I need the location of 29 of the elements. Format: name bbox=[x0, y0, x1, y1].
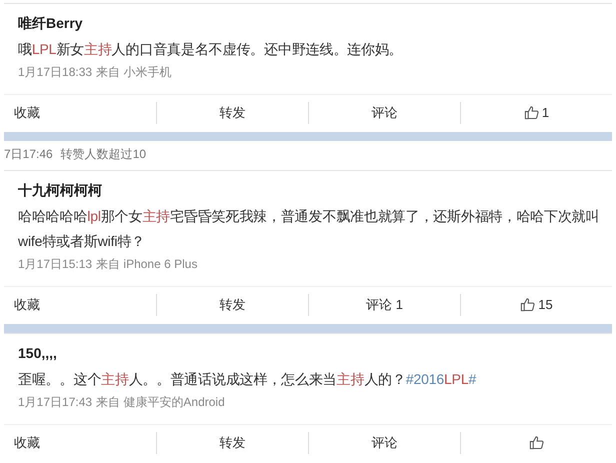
comment-button[interactable]: 评论 bbox=[308, 432, 460, 454]
post-text: 歪喔。。这个主持人。。普通话说成这样，怎么来当主持人的？#2016LPL# bbox=[18, 370, 478, 389]
repost-note: 转赞人数超过10 bbox=[60, 146, 146, 163]
repost-button[interactable]: 转发 bbox=[156, 432, 308, 454]
repost-button[interactable]: 转发 bbox=[156, 294, 308, 316]
strip-time: 7日17:46 bbox=[4, 146, 53, 163]
user-name[interactable]: 十九柯柯柯柯 bbox=[18, 180, 612, 200]
like-button[interactable]: 1 bbox=[460, 102, 612, 124]
post-time: 1月17日18:33 bbox=[18, 64, 92, 81]
user-name[interactable]: 150,,,, bbox=[18, 343, 612, 363]
comment-button[interactable]: 评论 1 bbox=[308, 294, 460, 316]
post-text: 哈哈哈哈哈lpl那个女主持宅昏昏笑死我辣，普通发不飘准也就算了，还斯外福特，哈哈下次就叫wife特或者斯wifi特？ bbox=[18, 207, 600, 251]
post-source: 来自 iPhone 6 Plus bbox=[96, 256, 198, 273]
post-text: 哦LPL新女主持人的口音真是名不虚传。还中野连线。连你妈。 bbox=[18, 40, 404, 59]
thumbs-up-icon bbox=[524, 105, 539, 120]
favorite-button[interactable]: 收藏 bbox=[4, 432, 156, 454]
post-time: 1月17日15:13 bbox=[18, 256, 92, 273]
post-time: 1月17日17:43 bbox=[18, 394, 92, 411]
post-source: 来自 小米手机 bbox=[96, 64, 172, 81]
favorite-button[interactable]: 收藏 bbox=[4, 294, 156, 316]
thumbs-up-icon bbox=[520, 297, 536, 312]
post-source: 来自 健康平安的Android bbox=[96, 394, 225, 411]
comment-button[interactable]: 评论 bbox=[308, 102, 460, 124]
topic-link[interactable]: #2016LPL# bbox=[406, 371, 476, 387]
favorite-button[interactable]: 收藏 bbox=[4, 102, 156, 124]
user-name[interactable]: 唯纤Berry bbox=[18, 13, 612, 33]
thumbs-up-icon bbox=[529, 435, 544, 450]
repost-button[interactable]: 转发 bbox=[156, 102, 308, 124]
like-button[interactable]: 15 bbox=[460, 294, 612, 316]
